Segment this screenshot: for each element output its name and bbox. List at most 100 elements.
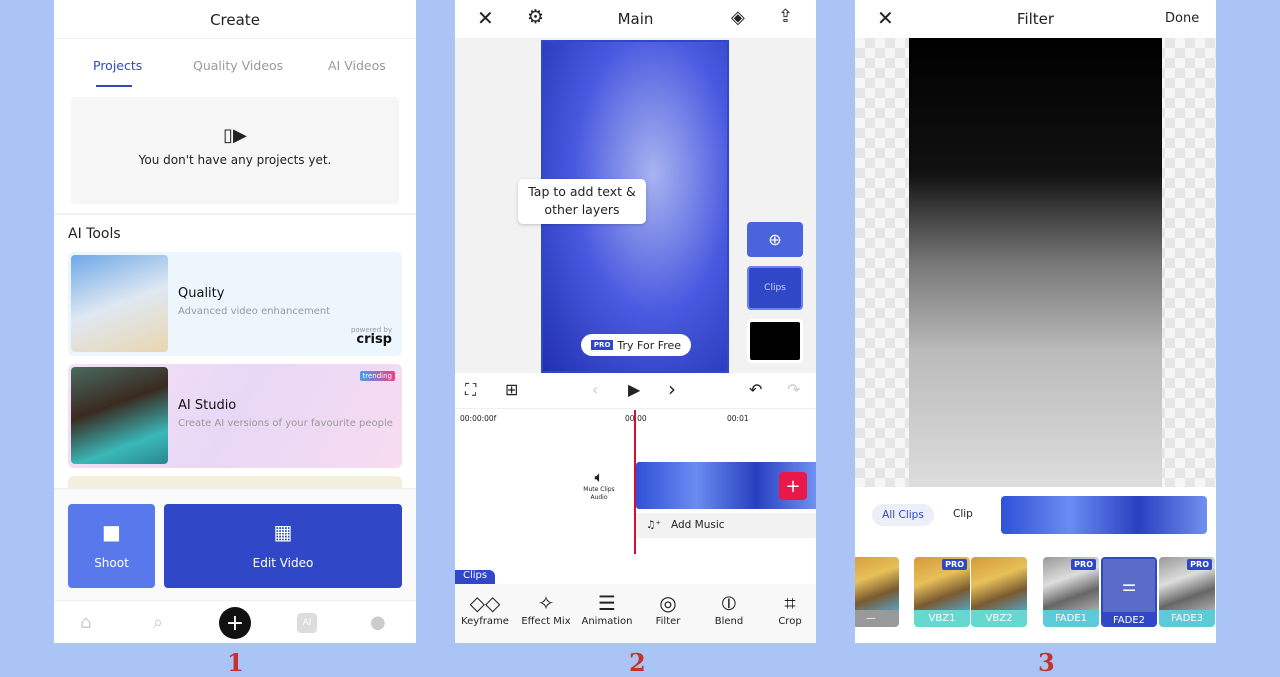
filter-label: — [855,610,899,627]
page-title: Filter [1016,10,1055,28]
filter-vbz1[interactable]: PRO VBZ1 [914,557,970,627]
add-music-button[interactable]: ♫⁺ Add Music [636,513,816,538]
empty-text: You don't have any projects yet. [138,153,332,167]
animation-icon: ☰ [598,591,616,615]
pro-badge: PRO [590,340,614,350]
tool-title: Quality [178,286,225,301]
play-icon[interactable]: ▶ [628,380,640,399]
editor-screen: ✕ ⚙ Main ◈ ⇪ PRO Try For Free Tap to add… [455,0,816,643]
blend-icon: ⦶ [721,591,737,615]
add-bookmark-icon[interactable]: ⊞ [505,380,518,399]
clips-chip: Clips [764,283,786,293]
tab-indicator [96,85,132,87]
try-for-free-button[interactable]: PRO Try For Free [581,334,691,356]
tab-quality-videos[interactable]: Quality Videos [193,58,283,73]
quality-thumbnail [71,255,168,352]
add-layers-tooltip[interactable]: Tap to add text & other layers [518,179,646,224]
blend-button[interactable]: ⦶ Blend [699,590,759,627]
timecode: 00:00:00f [460,414,497,423]
filter-vbz2[interactable]: VBZ2 [971,557,1027,627]
shoot-label: Shoot [94,556,129,570]
magic-wand-icon: ✧ [537,591,555,615]
pro-badge: PRO [942,559,967,570]
empty-projects: ▯▶ You don't have any projects yet. [71,97,399,204]
filter-none[interactable]: — [855,557,899,627]
layers-icon[interactable]: ◈ [731,7,745,28]
tab-projects[interactable]: Projects [93,58,142,73]
tool-subtitle: Advanced video enhancement [178,306,331,317]
pro-badge: PRO [1071,559,1096,570]
fullscreen-icon[interactable]: ⛶ [465,380,476,400]
tool-label: Effect Mix [521,616,571,627]
tool-title: AI Studio [178,398,237,413]
page-title: Create [210,11,260,29]
clip-toggle[interactable]: Clip [953,508,973,520]
film-icon: ▦ [273,520,293,544]
music-add-icon: ♫⁺ [646,519,661,531]
tool-label: Blend [714,616,744,627]
clips-layer-button[interactable]: Clips [747,266,803,310]
previous-icon[interactable]: ‹ [592,380,598,399]
page-title: Main [617,10,654,28]
filter-label: FADE3 [1159,610,1215,627]
add-layer-button[interactable]: ⊕ [747,222,803,257]
share-icon[interactable]: ⇪ [778,6,793,27]
ai-icon[interactable]: AI [297,613,317,633]
crisp-logo: crisp [356,332,392,347]
camera-icon: ■ [102,520,121,544]
step-number: 2 [629,648,646,677]
mute-label: Mute Clips Audio [583,486,615,501]
done-button[interactable]: Done [1165,11,1199,26]
filter-fade2[interactable]: ⚌ FADE2 [1101,557,1157,627]
crop-icon: ⌗ [784,591,796,615]
tool-card-ai-studio[interactable]: trending AI Studio Create AI versions of… [68,364,402,468]
background-layer-button[interactable] [747,319,803,363]
keyframe-button[interactable]: ◇◇ Keyframe [455,590,515,627]
undo-icon[interactable]: ↶ [749,380,762,399]
home-icon[interactable]: ⌂ [80,612,91,633]
filter-button[interactable]: ◎ Filter [638,590,698,627]
add-clip-button[interactable]: + [779,472,807,500]
plus-icon[interactable]: + [219,607,251,639]
video-stack-icon: ▯▶ [223,125,247,146]
filter-screen: ✕ Filter Done All Clips Clip — PRO VBZ1 V… [855,0,1216,643]
tool-card-quality[interactable]: Quality Advanced video enhancement power… [68,252,402,356]
crop-button[interactable]: ⌗ Crop [760,590,816,627]
tool-label: Animation [581,616,633,627]
filter-fade1[interactable]: PRO FADE1 [1043,557,1099,627]
create-screen: Create Projects Quality Videos AI Videos… [54,0,416,643]
edit-video-label: Edit Video [252,556,314,570]
speaker-icon: 🔈︎ [594,468,604,486]
adjust-icon: ⚌ [1103,559,1155,612]
redo-icon[interactable]: ↷ [787,380,800,399]
filter-label: FADE1 [1043,610,1099,627]
filter-icon: ◎ [659,591,677,615]
clip-strip[interactable] [1001,496,1207,534]
step-number: 1 [227,648,244,677]
tab-ai-videos[interactable]: AI Videos [328,58,386,73]
section-title: AI Tools [68,226,121,242]
action-bar: ■ Shoot ▦ Edit Video [54,488,416,600]
filter-fade3[interactable]: PRO FADE3 [1159,557,1215,627]
effect-mix-button[interactable]: ✧ Effect Mix [516,590,576,627]
try-label: Try For Free [617,338,682,352]
filter-label: VBZ1 [914,610,970,627]
clips-tab[interactable]: Clips [455,570,495,584]
mute-clips-button[interactable]: 🔈︎ Mute Clips Audio [581,468,617,502]
next-icon[interactable]: › [668,377,676,401]
trending-badge: trending [359,371,395,381]
search-icon[interactable]: ⌕ [153,612,163,633]
animation-button[interactable]: ☰ Animation [577,590,637,627]
edit-video-button[interactable]: ▦ Edit Video [164,504,402,588]
filter-label: FADE2 [1103,612,1155,625]
tool-label: Filter [655,616,681,627]
time-mark: 00:01 [727,414,749,423]
all-clips-toggle[interactable]: All Clips [872,504,934,526]
step-number: 3 [1038,648,1055,677]
shoot-button[interactable]: ■ Shoot [68,504,155,588]
profile-icon[interactable]: ● [370,612,386,633]
filtered-preview [909,38,1162,487]
ai-studio-thumbnail [71,367,168,464]
playhead[interactable] [634,410,636,554]
filter-label: VBZ2 [971,610,1027,627]
